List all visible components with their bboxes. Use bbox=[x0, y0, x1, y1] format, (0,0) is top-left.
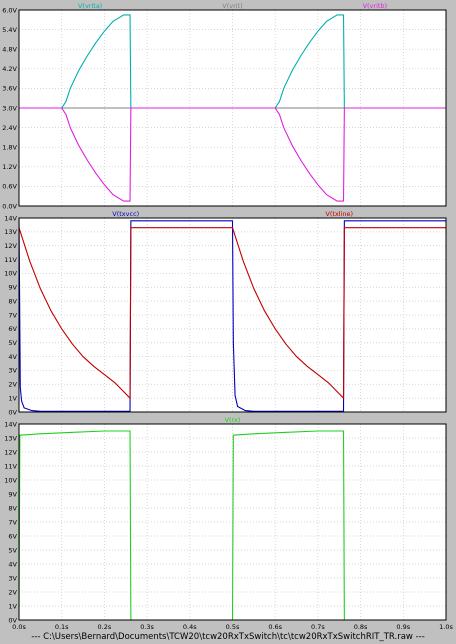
y-tick-label: 1V bbox=[8, 602, 17, 610]
x-tick-label: 0.7s bbox=[311, 623, 325, 631]
y-tick-label: 13V bbox=[4, 434, 17, 442]
y-tick-label: 0.6V bbox=[2, 183, 17, 191]
waveform-window: 0.0V 0.6V 1.2V 1.8V 2.4V 3.0V 3.6V 4.2V 4.8V 5.4V… bbox=[0, 0, 456, 644]
chart-pane-2: 0V 1V 2V 3V 4V 5V 6V 7V 8V 9V 10V 11V 12V 13V 14V V(txv… bbox=[4, 210, 447, 416]
y-tick-label: 14V bbox=[4, 214, 17, 222]
x-tick-label: 0.9s bbox=[396, 623, 410, 631]
x-tick-label: 0.5s bbox=[226, 623, 240, 631]
trace-label: V(txline) bbox=[325, 210, 353, 218]
y-tick-label: 6V bbox=[8, 532, 17, 540]
y-tick-label: 3V bbox=[8, 367, 17, 375]
y-tick-label: 3V bbox=[8, 574, 17, 582]
y-tick-label: 3.0V bbox=[2, 104, 17, 112]
y-tick-label: 8V bbox=[8, 504, 17, 512]
y-tick-label: 0V bbox=[8, 616, 17, 624]
y-tick-label: 5V bbox=[8, 546, 17, 554]
y-tick-label: 6V bbox=[8, 325, 17, 333]
file-path-footer: --- C:\Users\Bernard\Documents\TCW20\tcw… bbox=[31, 632, 425, 642]
x-tick-label: 0.4s bbox=[183, 623, 197, 631]
y-tick-label: 2V bbox=[8, 381, 17, 389]
y-tick-label: 4.8V bbox=[2, 46, 17, 54]
x-tick-label: 0.2s bbox=[98, 623, 112, 631]
y-tick-label: 12V bbox=[4, 242, 17, 250]
y-tick-label: 5.4V bbox=[2, 26, 17, 34]
y-tick-label: 10V bbox=[4, 270, 17, 278]
x-tick-label: 0.6s bbox=[268, 623, 282, 631]
y-tick-label: 2V bbox=[8, 588, 17, 596]
y-tick-label: 6.0V bbox=[2, 6, 17, 14]
y-tick-label: 14V bbox=[4, 420, 17, 428]
y-tick-label: 0.0V bbox=[2, 202, 17, 210]
y-tick-label: 9V bbox=[8, 284, 17, 292]
chart-pane-1: 0.0V 0.6V 1.2V 1.8V 2.4V 3.0V 3.6V 4.2V 4.8V 5.4V… bbox=[2, 2, 447, 210]
y-tick-label: 1.2V bbox=[2, 163, 17, 171]
y-tick-label: 13V bbox=[4, 228, 17, 236]
y-tick-label: 8V bbox=[8, 297, 17, 305]
waveform-plot: 0.0V 0.6V 1.2V 1.8V 2.4V 3.0V 3.6V 4.2V 4.8V 5.4V… bbox=[2, 2, 453, 642]
x-tick-label: 0.3s bbox=[140, 623, 154, 631]
y-tick-label: 1.8V bbox=[2, 144, 17, 152]
chart-pane-3: 0.0s 0.1s 0.2s 0.3s 0.4s 0.5s 0.6s 0.7s 0.8s 0.9s… bbox=[4, 416, 453, 631]
y-tick-label: 7V bbox=[8, 311, 17, 319]
y-tick-label: 9V bbox=[8, 490, 17, 498]
y-tick-label: 0V bbox=[8, 408, 17, 416]
y-tick-label: 4.2V bbox=[2, 65, 17, 73]
y-tick-label: 2.4V bbox=[2, 124, 17, 132]
y-tick-label: 3.6V bbox=[2, 85, 17, 93]
trace-label: V(txvcc) bbox=[112, 210, 139, 218]
x-tick-label: 1.0s bbox=[439, 623, 453, 631]
y-tick-label: 11V bbox=[4, 462, 17, 470]
x-tick-label: 0.8s bbox=[354, 623, 368, 631]
y-tick-label: 4V bbox=[8, 353, 17, 361]
trace-label: V(rx) bbox=[225, 416, 241, 424]
y-tick-label: 10V bbox=[4, 476, 17, 484]
y-tick-label: 7V bbox=[8, 518, 17, 526]
y-tick-label: 5V bbox=[8, 339, 17, 347]
y-tick-label: 12V bbox=[4, 448, 17, 456]
x-tick-label: 0.1s bbox=[55, 623, 69, 631]
trace-label: V(vritb) bbox=[363, 2, 388, 10]
y-tick-label: 1V bbox=[8, 394, 17, 402]
trace-label: V(vrita) bbox=[78, 2, 102, 10]
y-tick-label: 4V bbox=[8, 560, 17, 568]
trace-label: V(vrit) bbox=[222, 2, 242, 10]
y-tick-label: 11V bbox=[4, 256, 17, 264]
